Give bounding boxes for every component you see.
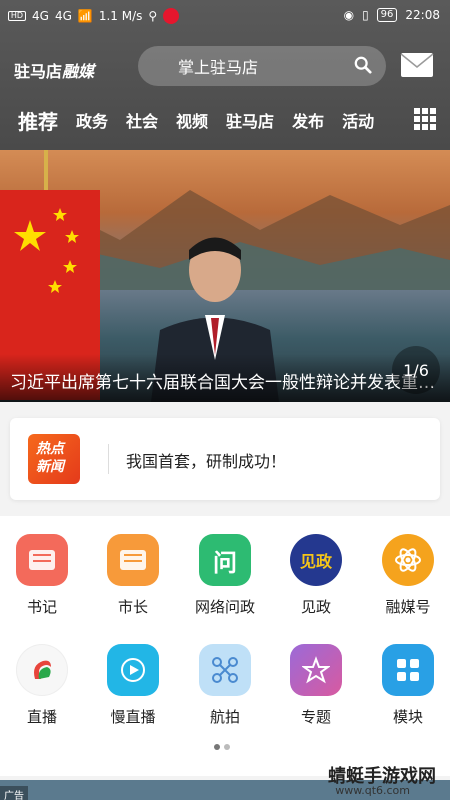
grid-item-secretary[interactable]: 书记 [0,516,84,616]
speed-text: 1.1 M/s [98,9,143,23]
clock: 22:08 [405,8,440,22]
tab-grid-icon[interactable] [414,108,436,130]
site-watermark-url: www.qt6.com [335,784,410,797]
search-icon[interactable] [354,56,372,74]
vibrate-icon: ▯ [362,8,369,22]
atom-icon [382,534,434,586]
star-icon [290,644,342,696]
question-icon: 问 [199,534,251,586]
hot-news-card[interactable]: 热点 新闻 我国首套，研制成功！ [10,418,440,500]
grid-item-mayor[interactable]: 市长 [91,516,175,616]
jianzheng-icon: 见政 [290,534,342,586]
grid-item-media-account[interactable]: 融媒号 [366,516,450,616]
channel-tabs: 推荐 政务 社会 视频 驻马店 发布 活动 [0,100,450,140]
tab-society[interactable]: 社会 [126,108,158,132]
grid-item-jianzheng[interactable]: 见政 见政 [274,516,358,616]
tab-government[interactable]: 政务 [76,108,108,132]
tab-video[interactable]: 视频 [176,108,208,132]
usb-icon: ⚲ [148,9,158,23]
search-placeholder: 掌上驻马店 [178,58,259,77]
wifi-icon: 📶 [77,9,93,23]
news-banner[interactable]: 习近平出席第七十六届联合国大会一般性辩论并发表重要讲话 1/6 [0,150,450,402]
grid-item-live[interactable]: 直播 [0,626,84,726]
page-dot-active [214,744,220,750]
tab-activity[interactable]: 活动 [342,108,374,132]
battery-icon: 96 [376,8,398,22]
logo-text: 驻马店 [14,62,63,81]
grid-item-modules[interactable]: 模块 [366,626,450,726]
modules-icon [382,644,434,696]
divider [108,444,109,474]
feature-grid: 书记 市长 问 网络问政 见政 见政 融媒号 直播 慢直播 航拍 专题 模块 [0,516,450,776]
eye-comfort-icon: ◉ [343,8,355,22]
drone-icon [199,644,251,696]
banner-page-counter: 1/6 [392,346,440,394]
banner-caption[interactable]: 习近平出席第七十六届联合国大会一般性辩论并发表重要讲话 [0,354,450,402]
grid-row-1: 书记 市长 问 网络问政 见政 见政 融媒号 [0,516,450,626]
app-logo[interactable]: 驻马店融媒 [14,58,94,82]
grid-page-indicator [214,744,230,750]
mail-icon[interactable] [400,52,434,78]
tab-recommend[interactable]: 推荐 [18,106,58,135]
app-header: HD 4G 4G 📶 1.1 M/s ⚲ ◉ ▯ 96 22:08 驻马店融媒 … [0,0,450,150]
tab-zhumadian[interactable]: 驻马店 [226,108,274,132]
grid-item-slow-live[interactable]: 慢直播 [91,626,175,726]
grid-item-aerial[interactable]: 航拍 [183,626,267,726]
status-bar: HD 4G 4G 📶 1.1 M/s ⚲ ◉ ▯ 96 22:08 [0,0,450,34]
sim-signal-icon: HD [8,11,26,21]
play-icon [107,644,159,696]
network-type: 4G [32,9,49,23]
weibo-icon [163,8,180,24]
grid-item-online-inquiry[interactable]: 问 网络问政 [183,516,267,616]
ad-label: 广告 [0,786,28,800]
hot-news-headline[interactable]: 我国首套，研制成功！ [126,448,286,472]
network-type-2: 4G [54,9,72,23]
live-icon [16,644,68,696]
logo-calligraphy: 融媒 [62,62,95,81]
grid-item-topic[interactable]: 专题 [274,626,358,726]
grid-row-2: 直播 慢直播 航拍 专题 模块 [0,626,450,736]
page-dot [224,744,230,750]
tab-publish[interactable]: 发布 [292,108,324,132]
book-video-icon [16,534,68,586]
mayor-video-icon [107,534,159,586]
search-bar[interactable]: 掌上驻马店 [138,46,386,86]
hot-news-badge: 热点 新闻 [28,434,80,484]
